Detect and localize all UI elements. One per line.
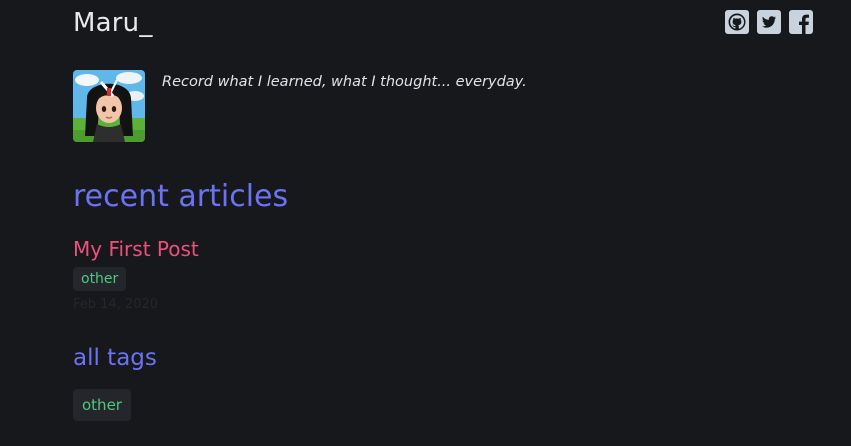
- social-links: [725, 10, 813, 34]
- github-icon[interactable]: [725, 10, 749, 34]
- twitter-icon[interactable]: [757, 10, 781, 34]
- site-tagline: Record what I learned, what I thought...…: [162, 74, 527, 90]
- site-title[interactable]: Maru_: [73, 6, 153, 40]
- recent-articles-heading: recent articles: [73, 179, 289, 214]
- tag-chip[interactable]: other: [73, 389, 131, 421]
- page: Maru_ Record what I learned, what I thou…: [0, 0, 851, 446]
- facebook-icon[interactable]: [789, 10, 813, 34]
- post-title-link[interactable]: My First Post: [73, 236, 199, 262]
- post-date: Feb 14, 2020: [73, 297, 159, 312]
- avatar: [73, 70, 145, 142]
- post-tag[interactable]: other: [73, 267, 127, 291]
- all-tags-heading: all tags: [73, 345, 157, 371]
